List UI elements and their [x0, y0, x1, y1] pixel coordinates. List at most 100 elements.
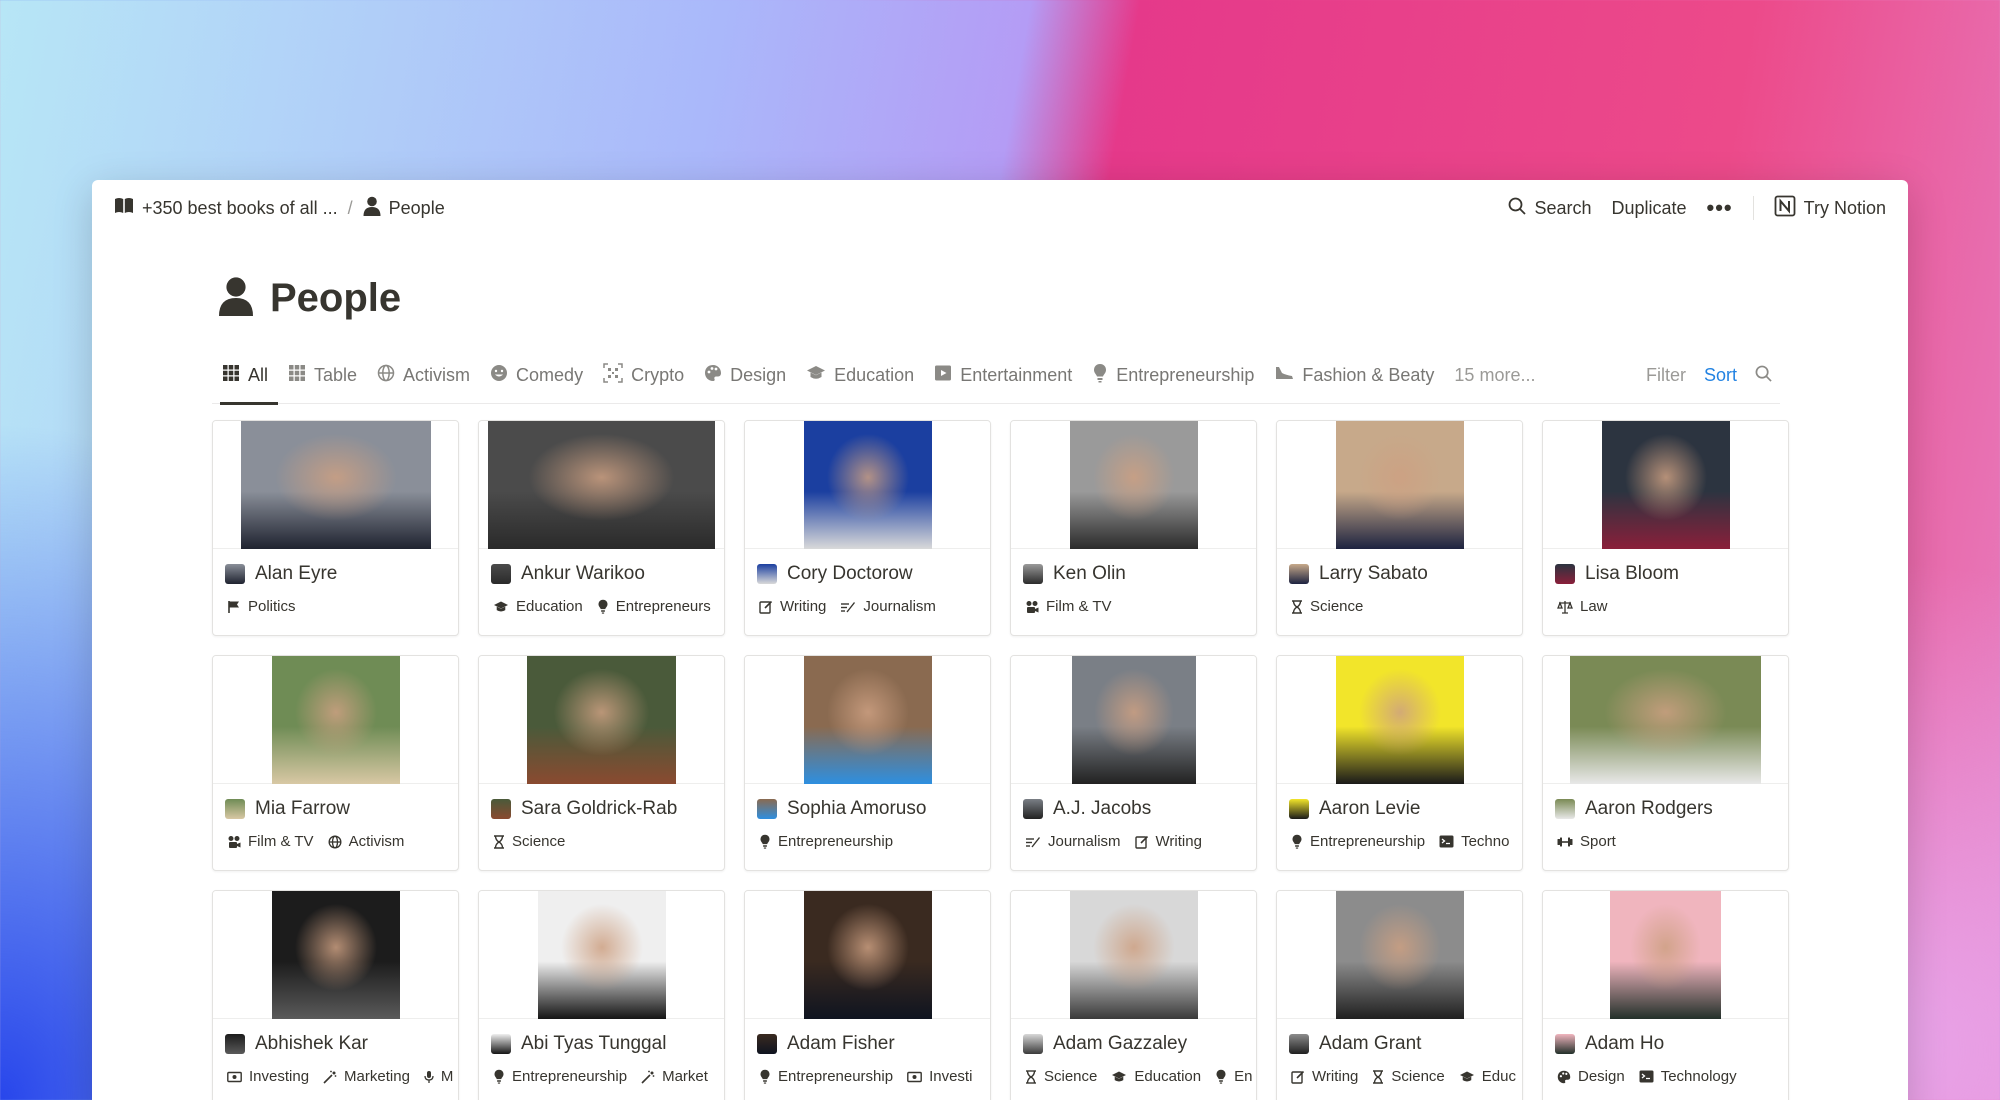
card-title-row: Sophia Amoruso — [745, 798, 990, 820]
avatar — [1555, 799, 1575, 819]
search-icon[interactable] — [1755, 365, 1772, 387]
tag-label: Design — [1578, 1068, 1625, 1085]
category-tag: Education — [493, 598, 583, 615]
tag-label: Film & TV — [1046, 598, 1112, 615]
tab-label: Table — [314, 365, 358, 385]
camera-icon — [1025, 600, 1039, 614]
more-options-button[interactable]: ••• — [1707, 195, 1733, 221]
card-tags: Investing Marketing M — [213, 1068, 458, 1085]
tag-label: Entrepreneurship — [512, 1068, 628, 1085]
card-cover — [1011, 891, 1256, 1019]
person-card-adam-grant[interactable]: Adam Grant Writing Science Educ — [1276, 890, 1523, 1100]
person-card-mia-farrow[interactable]: Mia Farrow Film & TV Activism — [212, 655, 459, 871]
lightbulb-icon — [1215, 1069, 1227, 1084]
person-card-ankur-warikoo[interactable]: Ankur Warikoo Education Entrepreneurs — [478, 420, 725, 636]
try-notion-button[interactable]: Try Notion — [1774, 195, 1886, 222]
person-photo — [537, 891, 666, 1019]
card-cover — [213, 891, 458, 1019]
more-tabs-button[interactable]: 15 more... — [1444, 365, 1545, 386]
person-card-cory-doctorow[interactable]: Cory Doctorow Writing Journalism — [744, 420, 991, 636]
category-tag: Film & TV — [1025, 598, 1112, 615]
duplicate-button[interactable]: Duplicate — [1611, 198, 1686, 219]
tag-label: Science — [1310, 598, 1364, 615]
person-card-lisa-bloom[interactable]: Lisa Bloom Law — [1542, 420, 1789, 636]
person-photo — [271, 891, 400, 1019]
person-card-sara-goldrick-rab[interactable]: Sara Goldrick-Rab Science — [478, 655, 725, 871]
category-tag: Entrepreneurship — [1291, 833, 1425, 850]
person-name: Sophia Amoruso — [787, 798, 927, 819]
tab-all[interactable]: All — [212, 348, 279, 405]
person-card-a-j-jacobs[interactable]: A.J. Jacobs Journalism Writing — [1010, 655, 1257, 871]
category-tag: Sport — [1557, 833, 1616, 850]
qr-icon — [603, 363, 623, 388]
category-tag: Techno — [1439, 833, 1509, 850]
person-card-adam-ho[interactable]: Adam Ho Design Technology — [1542, 890, 1789, 1100]
card-cover — [1011, 656, 1256, 784]
tag-label: Entrepreneurship — [1310, 833, 1426, 850]
category-tag: Educ — [1459, 1068, 1516, 1085]
avatar — [1555, 1034, 1575, 1054]
tab-entertainment[interactable]: Entertainment — [924, 348, 1082, 404]
person-card-aaron-levie[interactable]: Aaron Levie Entrepreneurship Techno — [1276, 655, 1523, 871]
search-button[interactable]: Search — [1508, 197, 1591, 220]
person-name: Sara Goldrick-Rab — [521, 798, 678, 819]
category-tag: Law — [1557, 598, 1608, 615]
lightbulb-icon — [759, 1069, 771, 1084]
tag-label: Film & TV — [248, 833, 314, 850]
tab-design[interactable]: Design — [694, 348, 796, 404]
tab-comedy[interactable]: Comedy — [480, 348, 593, 404]
tab-entrepreneurship[interactable]: Entrepreneurship — [1082, 348, 1264, 404]
sort-button[interactable]: Sort — [1704, 365, 1737, 386]
search-icon — [1508, 197, 1527, 220]
search-label: Search — [1534, 197, 1592, 218]
card-tags: Entrepreneurship Investi — [745, 1068, 990, 1085]
tab-activism[interactable]: Activism — [367, 348, 480, 404]
person-card-aaron-rodgers[interactable]: Aaron Rodgers Sport — [1542, 655, 1789, 871]
person-card-sophia-amoruso[interactable]: Sophia Amoruso Entrepreneurship — [744, 655, 991, 871]
tag-label: Law — [1580, 598, 1608, 615]
microphone-icon — [424, 1070, 434, 1084]
breadcrumb-separator: / — [347, 197, 353, 218]
tag-label: Writing — [1155, 833, 1202, 850]
person-card-adam-gazzaley[interactable]: Adam Gazzaley Science Education En — [1010, 890, 1257, 1100]
person-card-abhishek-kar[interactable]: Abhishek Kar Investing Marketing M — [212, 890, 459, 1100]
person-card-larry-sabato[interactable]: Larry Sabato Science — [1276, 420, 1523, 636]
view-tools: Filter Sort — [1646, 365, 1780, 387]
pen-lines-icon — [840, 600, 856, 614]
card-title-row: Ankur Warikoo — [479, 563, 724, 585]
person-name: Abhishek Kar — [255, 1033, 369, 1054]
card-title-row: Adam Grant — [1277, 1033, 1522, 1055]
person-card-ken-olin[interactable]: Ken Olin Film & TV — [1010, 420, 1257, 636]
card-title-row: Adam Gazzaley — [1011, 1033, 1256, 1055]
tab-table[interactable]: Table — [278, 348, 367, 404]
tag-label: Entrepreneurship — [778, 833, 894, 850]
category-tag: M — [424, 1068, 453, 1085]
terminal-icon — [1439, 835, 1454, 848]
category-tag: Education — [1111, 1068, 1201, 1085]
tab-label: Activism — [403, 365, 471, 385]
person-name: Cory Doctorow — [787, 563, 913, 584]
breadcrumb-current[interactable]: People — [363, 196, 445, 221]
tab-fashion[interactable]: Fashion & Beaty — [1264, 348, 1444, 404]
gallery-view: Alan Eyre Politics Ankur Warikoo Education E… — [212, 420, 1789, 1100]
lightbulb-icon — [597, 599, 609, 614]
person-card-alan-eyre[interactable]: Alan Eyre Politics — [212, 420, 459, 636]
filter-button[interactable]: Filter — [1646, 365, 1686, 386]
card-title-row: Adam Ho — [1543, 1033, 1788, 1055]
breadcrumb-parent[interactable]: +350 best books of all ... — [114, 197, 338, 220]
person-photo — [1335, 421, 1464, 549]
category-tag: Writing — [1291, 1068, 1358, 1085]
hourglass-icon — [493, 834, 505, 849]
tab-crypto[interactable]: Crypto — [593, 348, 694, 404]
breadcrumb: +350 best books of all ... / People — [114, 196, 445, 221]
person-photo — [488, 421, 715, 549]
tag-label: Writing — [780, 598, 827, 615]
tag-label: Market — [662, 1068, 708, 1085]
person-card-adam-fisher[interactable]: Adam Fisher Entrepreneurship Investi — [744, 890, 991, 1100]
card-tags: Film & TV — [1011, 598, 1256, 615]
avatar — [491, 564, 511, 584]
tab-education[interactable]: Education — [796, 348, 924, 404]
avatar — [1289, 799, 1309, 819]
person-card-abi-tyas-tunggal[interactable]: Abi Tyas Tunggal Entrepreneurship Market — [478, 890, 725, 1100]
view-tabs: All Table Activism Comedy Crypto Design … — [212, 348, 1780, 405]
